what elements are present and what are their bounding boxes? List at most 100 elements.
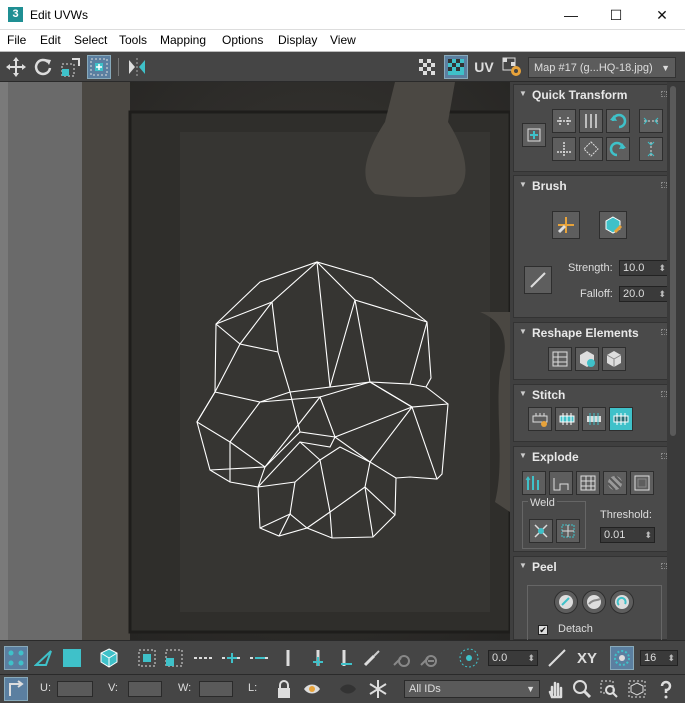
absolute-offset-icon[interactable]: [4, 677, 28, 701]
xy-space-button[interactable]: XY: [573, 646, 601, 670]
texture-settings-icon[interactable]: [500, 55, 524, 79]
minimize-button[interactable]: —: [548, 0, 594, 30]
freeform-icon[interactable]: [87, 55, 111, 79]
zoom-icon[interactable]: [570, 677, 594, 701]
brush-title[interactable]: Brush: [532, 179, 567, 193]
rotate-ccw-icon[interactable]: [606, 109, 630, 133]
menu-select[interactable]: Select: [74, 33, 107, 47]
flatten-icon[interactable]: [576, 471, 600, 495]
uv-toggle-button[interactable]: UV: [472, 55, 496, 79]
paint-select-icon[interactable]: [360, 646, 384, 670]
paint-move-icon[interactable]: [552, 211, 580, 239]
checker-pattern-icon[interactable]: [444, 55, 468, 79]
relax-icon[interactable]: [575, 347, 599, 371]
menu-edit[interactable]: Edit: [40, 33, 61, 47]
loop-shrink-icon[interactable]: [248, 646, 272, 670]
stitch-source-icon[interactable]: [555, 407, 579, 431]
menu-options[interactable]: Options: [222, 33, 263, 47]
quick-transform-title[interactable]: Quick Transform: [532, 88, 627, 102]
menu-mapping[interactable]: Mapping: [160, 33, 206, 47]
uv-canvas[interactable]: [0, 82, 510, 640]
relax-settings-icon[interactable]: [602, 347, 626, 371]
explode-title[interactable]: Explode: [532, 450, 579, 464]
zoom-extents-icon[interactable]: [625, 677, 649, 701]
ring-shrink-icon[interactable]: [334, 646, 358, 670]
stitch-target-icon[interactable]: [609, 407, 633, 431]
reshape-elements-title[interactable]: Reshape Elements: [532, 326, 639, 340]
collapse-icon[interactable]: ▼: [519, 451, 527, 460]
break-by-polygon-icon[interactable]: [522, 471, 546, 495]
reset-peel-icon[interactable]: [610, 590, 634, 614]
face-mode-icon[interactable]: [60, 646, 84, 670]
edge-mode-icon[interactable]: [32, 646, 56, 670]
scale-icon[interactable]: [58, 55, 82, 79]
checker-icon[interactable]: [415, 55, 439, 79]
grid-snap-icon[interactable]: [610, 646, 634, 670]
pan-icon[interactable]: [544, 677, 568, 701]
break-by-smoothing-icon[interactable]: [549, 471, 573, 495]
soft-selection-icon[interactable]: [457, 646, 481, 670]
lock-icon[interactable]: [272, 677, 296, 701]
ring-grow-icon[interactable]: [306, 646, 330, 670]
collapse-icon[interactable]: ▼: [519, 89, 527, 98]
menu-file[interactable]: File: [7, 33, 26, 47]
mirror-icon[interactable]: [125, 55, 149, 79]
grid-size-spinner[interactable]: 16: [640, 650, 678, 666]
collapse-icon[interactable]: ▼: [519, 327, 527, 336]
align-vertical-icon[interactable]: [579, 109, 603, 133]
space-vertical-icon[interactable]: [639, 137, 663, 161]
vertex-mode-icon[interactable]: [4, 646, 28, 670]
help-icon[interactable]: [654, 677, 678, 701]
collapse-icon[interactable]: ▼: [519, 389, 527, 398]
element-mode-icon[interactable]: [97, 646, 121, 670]
falloff-type-icon[interactable]: [545, 646, 569, 670]
close-button[interactable]: ✕: [639, 0, 685, 30]
peel-mode-icon[interactable]: [582, 590, 606, 614]
stitch-title[interactable]: Stitch: [532, 388, 565, 402]
unhide-icon[interactable]: [336, 677, 360, 701]
loop-grow-icon[interactable]: [220, 646, 244, 670]
threshold-spinner[interactable]: 0.01: [600, 527, 655, 543]
weld-selected-icon[interactable]: [529, 519, 553, 543]
rotate-cw-icon[interactable]: [606, 137, 630, 161]
paint-shrink-icon[interactable]: [416, 646, 440, 670]
collapse-icon[interactable]: ▼: [519, 561, 527, 570]
align-to-edge-icon[interactable]: [552, 137, 576, 161]
straighten-icon[interactable]: [579, 137, 603, 161]
freeze-icon[interactable]: [366, 677, 390, 701]
move-icon[interactable]: [4, 55, 28, 79]
zoom-region-icon[interactable]: [597, 677, 621, 701]
straighten-selection-icon[interactable]: [548, 347, 572, 371]
rotate-icon[interactable]: [31, 55, 55, 79]
pack-icon[interactable]: [630, 471, 654, 495]
v-value-field[interactable]: [128, 681, 162, 697]
menu-tools[interactable]: Tools: [119, 33, 147, 47]
uv-viewport[interactable]: [0, 82, 510, 640]
peel-title[interactable]: Peel: [532, 560, 557, 574]
falloff-distance-spinner[interactable]: 0.0: [488, 650, 538, 666]
panel-scrollbar[interactable]: [667, 82, 685, 640]
stitch-average-icon[interactable]: [582, 407, 606, 431]
falloff-curve-icon[interactable]: [524, 266, 552, 294]
grow-selection-icon[interactable]: [135, 646, 159, 670]
hide-icon[interactable]: [300, 677, 324, 701]
menu-display[interactable]: Display: [278, 33, 317, 47]
menu-view[interactable]: View: [330, 33, 356, 47]
flatten-by-material-icon[interactable]: [603, 471, 627, 495]
align-horizontal-icon[interactable]: [552, 109, 576, 133]
collapse-icon[interactable]: ▼: [519, 180, 527, 189]
material-ids-dropdown[interactable]: All IDs ▼: [404, 680, 540, 698]
quick-peel-icon[interactable]: [554, 590, 578, 614]
u-value-field[interactable]: [57, 681, 93, 697]
falloff-spinner[interactable]: 20.0: [619, 286, 669, 302]
maximize-button[interactable]: ☐: [593, 0, 639, 30]
shrink-selection-icon[interactable]: [162, 646, 186, 670]
relax-brush-icon[interactable]: [599, 211, 627, 239]
stitch-custom-icon[interactable]: [528, 407, 552, 431]
paint-grow-icon[interactable]: [389, 646, 413, 670]
space-horizontal-icon[interactable]: [639, 109, 663, 133]
detach-checkbox[interactable]: ✔: [538, 625, 548, 635]
loop-select-icon[interactable]: [192, 646, 216, 670]
map-selector-dropdown[interactable]: Map #17 (g...HQ-18.jpg) ▼: [528, 57, 676, 78]
strength-spinner[interactable]: 10.0: [619, 260, 669, 276]
